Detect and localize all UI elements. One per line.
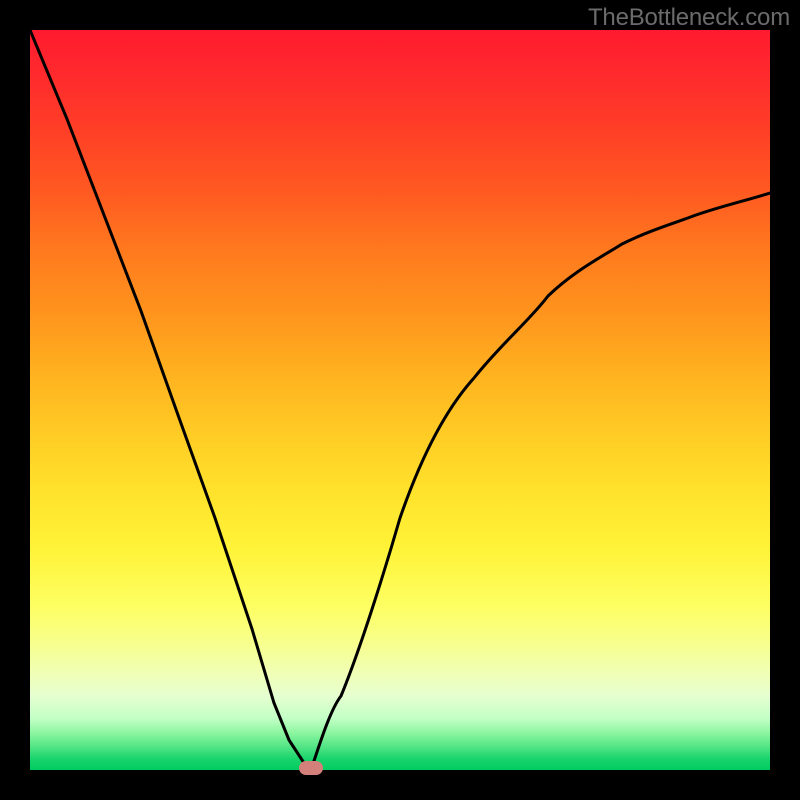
curve-right-branch — [311, 193, 770, 770]
plot-area — [30, 30, 770, 770]
chart-frame: TheBottleneck.com — [0, 0, 800, 800]
optimal-marker — [299, 761, 323, 775]
watermark-text: TheBottleneck.com — [588, 4, 790, 32]
curve-left-branch — [30, 30, 311, 770]
bottleneck-curve — [30, 30, 770, 770]
